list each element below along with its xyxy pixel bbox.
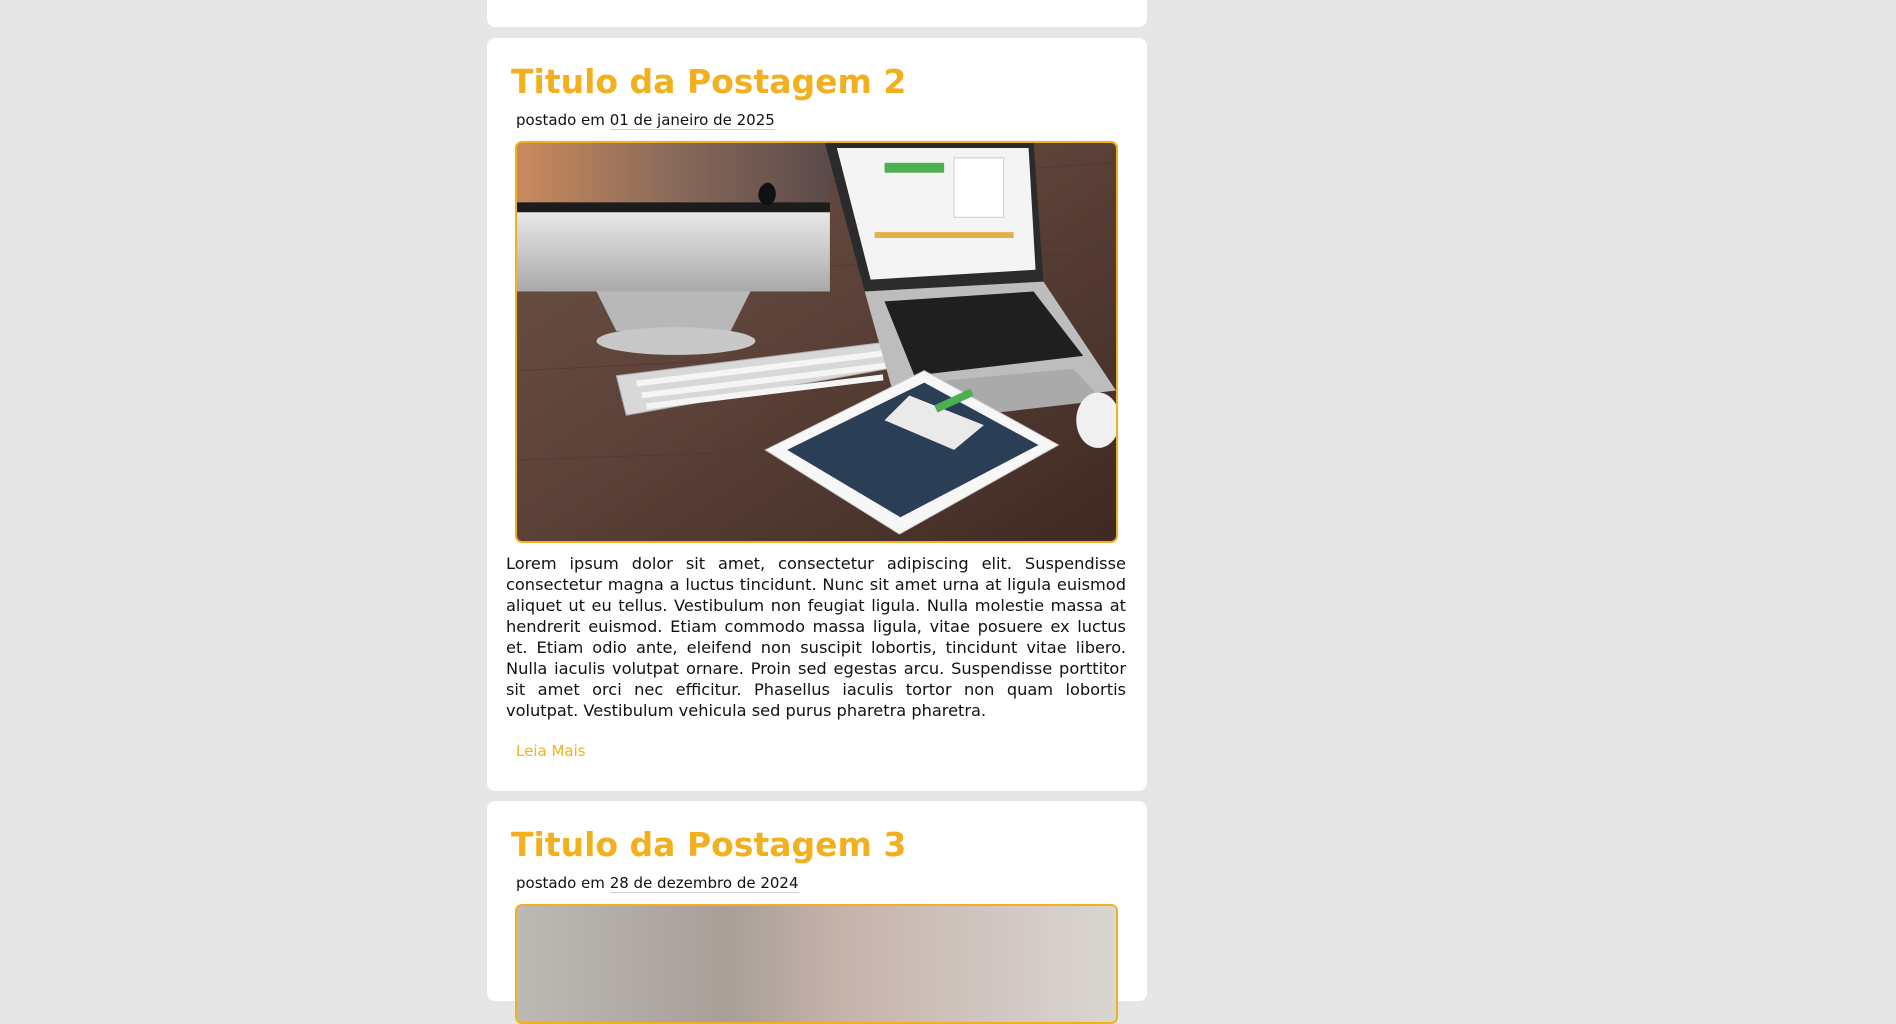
post-image [515,141,1118,543]
post-date-value: 01 de janeiro de 2025 [609,111,775,130]
read-more-link[interactable]: Leia Mais [516,741,586,761]
blurred-photo [517,906,1116,1022]
post-date-value: 28 de dezembro de 2024 [609,874,799,893]
post-card: Titulo da Postagem 2 postado em 01 de ja… [487,38,1147,791]
post-card-previous [487,0,1147,27]
post-body: Lorem ipsum dolor sit amet, consectetur … [506,554,1126,720]
post-card: Titulo da Postagem 3 postado em 28 de de… [487,801,1147,1024]
post-title[interactable]: Titulo da Postagem 3 [511,823,906,867]
workspace-devices-photo [517,143,1116,541]
post-title[interactable]: Titulo da Postagem 2 [511,60,906,104]
post-date: postado em 01 de janeiro de 2025 [516,110,775,130]
post-image [515,904,1118,1024]
post-date: postado em 28 de dezembro de 2024 [516,873,799,893]
post-date-prefix: postado em [516,874,605,892]
post-date-prefix: postado em [516,111,605,129]
